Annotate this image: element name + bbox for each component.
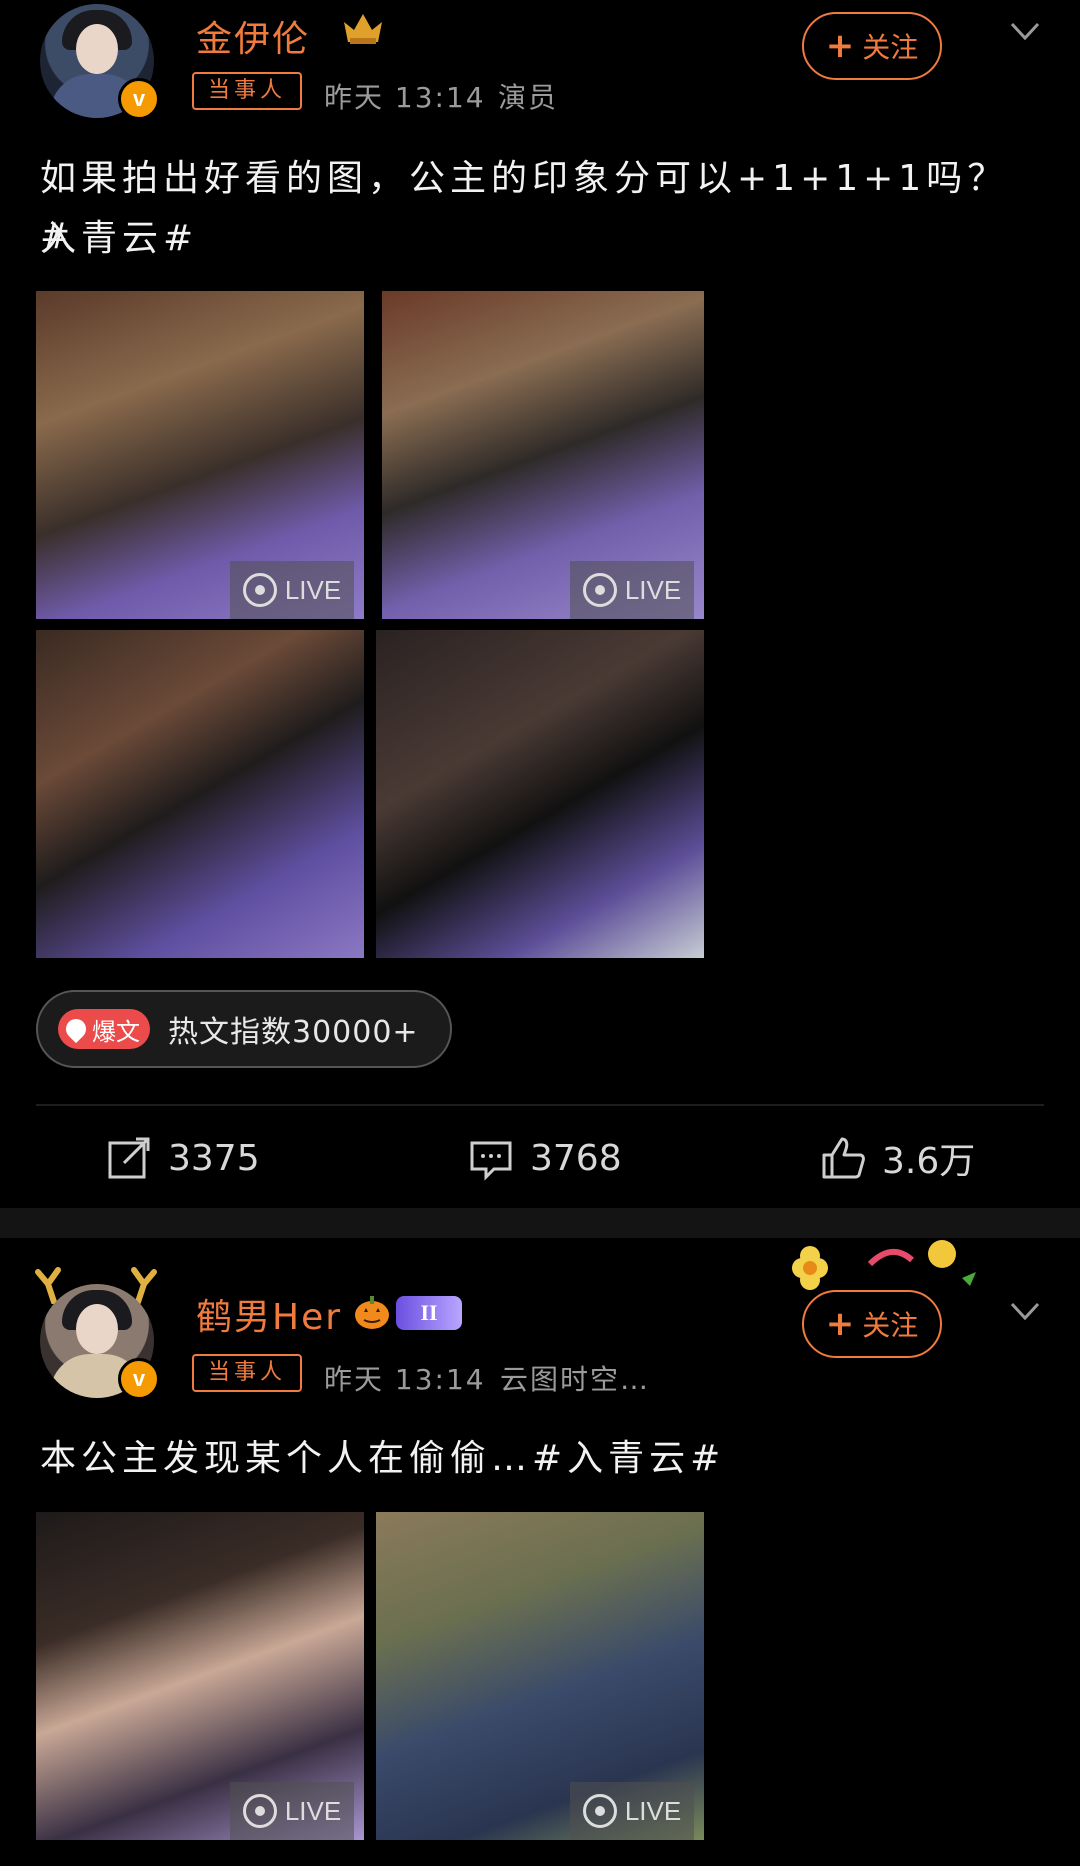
follow-label: 关注 xyxy=(862,31,919,64)
hot-index-text: 热文指数30000+ xyxy=(168,1015,419,1050)
role-tag: 当事人 xyxy=(192,1354,303,1392)
photo-1[interactable]: LIVE xyxy=(36,291,364,619)
live-indicator: LIVE xyxy=(230,1782,354,1840)
chevron-down-icon[interactable] xyxy=(1010,1296,1040,1326)
plus-icon: + xyxy=(825,26,855,66)
photo-1[interactable]: LIVE xyxy=(36,1512,364,1840)
username[interactable]: 金伊伦 xyxy=(196,10,310,62)
verified-badge-icon: v xyxy=(118,1358,160,1400)
verified-badge-icon: v xyxy=(118,78,160,120)
level-badge: II xyxy=(396,1296,462,1330)
hot-label: 爆文 xyxy=(58,1009,150,1049)
pumpkin-icon xyxy=(355,1296,389,1329)
weibo-post-1: v 金伊伦 当事人 昨天 13:14 演员 + 关注 如果拍出好看的图，公主的印… xyxy=(0,0,1080,1208)
live-icon xyxy=(242,1794,277,1828)
comment-count: 3768 xyxy=(530,1137,622,1179)
comment-button[interactable]: 3768 xyxy=(468,1128,622,1188)
crown-icon xyxy=(344,14,382,44)
flame-icon xyxy=(61,1014,91,1044)
photo-2[interactable]: LIVE xyxy=(376,1512,704,1840)
follow-button[interactable]: + 关注 xyxy=(802,12,942,80)
post-text: 本公主发现某个人在偷偷…#入青云# xyxy=(40,1438,726,1479)
live-icon xyxy=(242,573,277,607)
plus-icon: + xyxy=(825,1304,855,1344)
repost-count: 3375 xyxy=(168,1137,260,1179)
live-icon xyxy=(582,1794,617,1828)
like-button[interactable]: 3.6万 xyxy=(820,1128,975,1188)
follow-button[interactable]: + 关注 xyxy=(802,1290,942,1358)
repost-button[interactable]: 3375 xyxy=(106,1128,260,1188)
live-indicator: LIVE xyxy=(570,561,694,619)
comment-icon xyxy=(470,1141,512,1181)
weibo-post-2: v 鹤男Her II 当事人 昨天 13:14 云图时空… + 关注 本公主发现… xyxy=(0,1238,1080,1866)
post-source: 云图时空… xyxy=(500,1363,651,1396)
photo-4[interactable] xyxy=(376,630,704,958)
live-label: LIVE xyxy=(624,1795,682,1826)
post-time: 昨天 13:14 xyxy=(324,1363,486,1396)
live-icon xyxy=(582,573,617,607)
role-tag: 当事人 xyxy=(192,72,303,110)
thumbs-up-icon xyxy=(822,1137,865,1179)
repost-icon xyxy=(108,1137,150,1179)
photo-3[interactable] xyxy=(36,630,364,958)
post-text-line-2: 入青云# xyxy=(40,218,199,259)
live-label: LIVE xyxy=(624,574,682,605)
username[interactable]: 鹤男Her xyxy=(196,1288,342,1340)
live-label: LIVE xyxy=(284,574,342,605)
hot-index-badge[interactable]: 爆文 热文指数30000+ xyxy=(36,990,452,1068)
follow-label: 关注 xyxy=(862,1309,919,1342)
divider xyxy=(36,1104,1044,1106)
like-count: 3.6万 xyxy=(882,1141,976,1182)
live-indicator: LIVE xyxy=(230,561,354,619)
chevron-down-icon[interactable] xyxy=(1010,16,1040,46)
photo-2[interactable]: LIVE xyxy=(382,291,704,619)
post-time: 昨天 13:14 xyxy=(324,81,486,114)
post-source: 演员 xyxy=(498,81,559,114)
live-indicator: LIVE xyxy=(570,1782,694,1840)
live-label: LIVE xyxy=(284,1795,342,1826)
